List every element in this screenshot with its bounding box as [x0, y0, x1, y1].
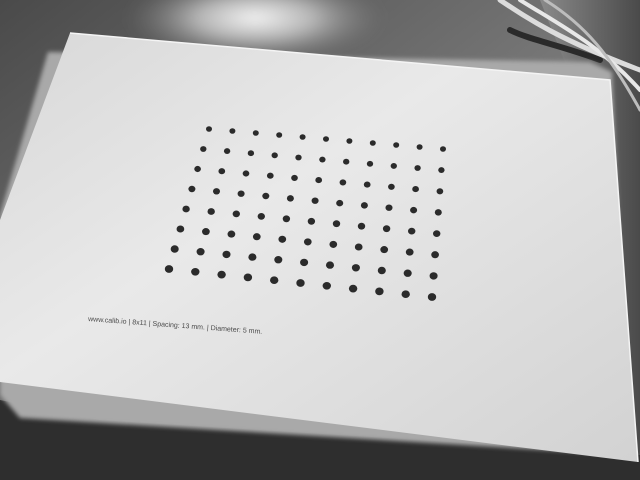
calibration-dot	[271, 152, 278, 159]
calibration-dot	[227, 230, 236, 238]
calibration-dot	[377, 266, 386, 275]
calibration-dot	[237, 190, 245, 197]
calibration-dot	[427, 293, 437, 301]
calibration-dot	[315, 177, 323, 184]
calibration-dot	[431, 251, 439, 259]
calibration-dot	[252, 233, 261, 241]
calibration-dot	[248, 253, 257, 261]
calibration-dot	[266, 172, 274, 179]
calibration-dot	[360, 202, 368, 209]
calibration-dot	[346, 138, 353, 144]
calibration-dot	[354, 243, 363, 251]
calibration-dot	[429, 272, 438, 280]
calibration-dot	[170, 245, 179, 253]
calibration-dot	[262, 192, 270, 200]
calibration-dot	[176, 225, 185, 233]
calibration-dot	[343, 158, 350, 165]
calibration-dot	[436, 188, 444, 195]
calibration-dot	[243, 273, 253, 282]
calibration-dot	[252, 130, 259, 136]
calibration-dot	[405, 248, 414, 256]
calibration-dot	[206, 126, 212, 132]
calibration-dot	[322, 281, 331, 290]
calibration-dot	[408, 227, 416, 235]
calibration-dot	[207, 208, 215, 215]
calibration-dot	[257, 213, 265, 220]
calibration-dot	[375, 287, 384, 296]
calibration-dot	[416, 144, 423, 150]
calibration-dot	[188, 185, 196, 193]
calibration-dot	[196, 247, 205, 256]
calibration-dot	[332, 220, 341, 228]
calibration-dot	[218, 168, 226, 175]
calibration-dot	[212, 188, 221, 195]
calibration-dot	[403, 269, 412, 277]
calibration-dot	[286, 195, 294, 202]
calibration-dot	[438, 167, 445, 174]
calibration-dot	[382, 225, 391, 233]
calibration-dot	[191, 267, 200, 276]
calibration-dot	[440, 146, 446, 152]
calibration-dot	[351, 264, 360, 272]
calibration-dot	[229, 128, 236, 134]
photo-canvas: www.calib.io | 8x11 | Spacing: 13 mm. | …	[0, 0, 640, 480]
calibration-dot	[282, 215, 291, 223]
calibration-dot	[232, 210, 240, 218]
calibration-dot	[307, 217, 316, 225]
calibration-dot	[401, 290, 410, 299]
calibration-dot	[200, 146, 207, 152]
calibration-dot	[182, 205, 190, 213]
calibration-dot	[336, 199, 344, 207]
calibration-dot	[223, 148, 231, 155]
photo-scene: www.calib.io | 8x11 | Spacing: 13 mm. | …	[0, 0, 640, 480]
calibration-dot	[276, 132, 283, 138]
calibration-dot	[357, 222, 366, 230]
calibration-dot	[296, 279, 305, 287]
calibration-dot	[410, 206, 418, 214]
calibration-dot	[194, 165, 201, 173]
calibration-dot	[348, 284, 358, 293]
calibration-dot	[278, 235, 287, 243]
calibration-dot	[363, 181, 371, 188]
calibration-dot	[323, 136, 329, 142]
calibration-dot	[202, 228, 210, 236]
calibration-dot	[393, 142, 400, 148]
calibration-dot	[300, 258, 309, 267]
calibration-dot	[295, 154, 302, 161]
calibration-dot	[385, 204, 393, 211]
calibration-dot	[325, 261, 335, 269]
calibration-dot	[390, 162, 397, 169]
calibration-dot	[434, 209, 442, 216]
calibration-dot	[380, 246, 389, 254]
calibration-dot	[299, 134, 306, 140]
calibration-dot	[433, 230, 441, 237]
calibration-dot	[247, 150, 255, 157]
calibration-dot	[291, 174, 298, 181]
calibration-dot	[319, 156, 326, 163]
calibration-dot	[217, 270, 226, 279]
calibration-dot	[270, 276, 279, 285]
calibration-dot	[369, 140, 376, 146]
calibration-dot	[164, 265, 174, 273]
calibration-dot	[222, 250, 231, 259]
calibration-dot	[414, 165, 421, 171]
calibration-dot	[311, 197, 319, 204]
calibration-dot	[274, 255, 283, 264]
calibration-dot	[366, 160, 374, 167]
calibration-dot	[329, 240, 338, 248]
calibration-dot	[242, 170, 250, 177]
calibration-dot	[303, 238, 312, 246]
calibration-dot	[412, 186, 419, 193]
calibration-dot	[339, 179, 347, 186]
calibration-dot	[388, 183, 395, 190]
